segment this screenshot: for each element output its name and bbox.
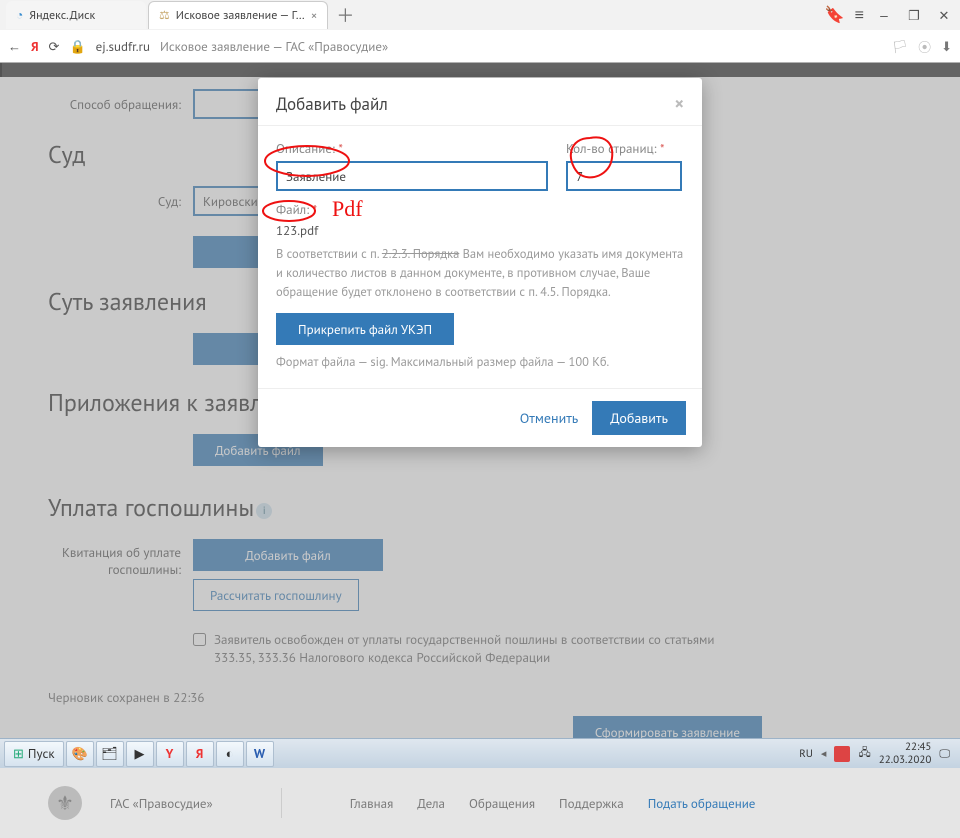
- tab-favicon: ⚖: [159, 8, 170, 23]
- tab-strip: ◔ Яндекс.Диск ⚖ Исковое заявление — Г… ×…: [0, 0, 960, 30]
- tab-favicon: ◔: [16, 8, 23, 23]
- file-help-text: В соответствии с п. 2.2.3. Порядка Вам н…: [276, 245, 684, 301]
- tray-network-icon[interactable]: 🖧: [858, 744, 870, 763]
- tab-label: Яндекс.Диск: [29, 8, 95, 23]
- window-close[interactable]: ✕: [934, 7, 954, 24]
- coat-of-arms-icon: ⚜: [48, 786, 82, 820]
- reload-icon[interactable]: ⟳: [49, 38, 60, 55]
- window-minimize[interactable]: —: [874, 7, 894, 24]
- description-input[interactable]: [276, 161, 548, 191]
- tray-app-icon[interactable]: [834, 746, 850, 762]
- windows-icon: ⊞: [13, 745, 24, 762]
- tray-chevron-icon[interactable]: ◂: [821, 747, 827, 761]
- taskbar-app-wmp[interactable]: ▶: [126, 741, 154, 767]
- taskbar-app-word[interactable]: W: [246, 741, 274, 767]
- tab-yandex-disk[interactable]: ◔ Яндекс.Диск: [6, 1, 146, 29]
- taskbar-app-explorer[interactable]: 🗂: [96, 741, 124, 767]
- address-bar: ← Я ⟳ 🔒 ej.sudfr.ru Исковое заявление — …: [0, 30, 960, 62]
- url-host[interactable]: ej.sudfr.ru: [96, 38, 150, 55]
- close-tab-icon[interactable]: ×: [311, 7, 318, 24]
- lock-icon: 🔒: [69, 38, 85, 55]
- tab-active[interactable]: ⚖ Исковое заявление — Г… ×: [148, 1, 328, 29]
- browser-chrome: ◔ Яндекс.Диск ⚖ Исковое заявление — Г… ×…: [0, 0, 960, 63]
- sig-help-text: Формат файла — sig. Максимальный размер …: [276, 353, 684, 372]
- page-footer: ⚜ ГАС «Правосудие» Главная Дела Обращени…: [0, 768, 960, 838]
- tray-clock[interactable]: 22:45 22.03.2020: [879, 741, 932, 765]
- taskbar: ⊞ Пуск 🎨 🗂 ▶ Y Я ◐ W RU ◂ 🖧 22:45 22.03.…: [0, 738, 960, 768]
- pages-input[interactable]: [566, 161, 682, 191]
- file-label: Файл:: [276, 201, 309, 218]
- footer-link-main[interactable]: Главная: [350, 795, 394, 812]
- taskbar-app-yandex[interactable]: Я: [186, 741, 214, 767]
- attach-signature-button[interactable]: Прикрепить файл УКЭП: [276, 313, 454, 345]
- bookmark-icon[interactable]: 🏳: [892, 38, 909, 55]
- notifications-icon[interactable]: ≡: [855, 5, 864, 25]
- add-button[interactable]: Добавить: [592, 401, 686, 435]
- download-icon[interactable]: ⬇: [941, 38, 952, 55]
- footer-link-support[interactable]: Поддержка: [559, 795, 624, 812]
- footer-link-cases[interactable]: Дела: [417, 795, 445, 812]
- window-maximize[interactable]: ❐: [904, 7, 924, 24]
- file-name: 123.pdf: [276, 222, 684, 239]
- nav-back-icon[interactable]: ←: [8, 38, 21, 55]
- add-file-modal: Добавить файл × Описание: * Кол-во стран…: [258, 78, 702, 447]
- taskbar-app-paint[interactable]: 🎨: [66, 741, 94, 767]
- taskbar-app-generic[interactable]: ◐: [216, 741, 244, 767]
- extension-icon[interactable]: ⦿: [918, 37, 931, 56]
- new-tab-button[interactable]: ＋: [336, 2, 354, 28]
- modal-title: Добавить файл: [276, 93, 388, 115]
- cancel-button[interactable]: Отменить: [520, 409, 579, 427]
- tray-monitor-icon[interactable]: 🖵: [939, 747, 950, 761]
- lang-indicator[interactable]: RU: [799, 747, 813, 761]
- taskbar-app-yandex-browser[interactable]: Y: [156, 741, 184, 767]
- reader-icon[interactable]: 🔖: [825, 5, 845, 25]
- start-button[interactable]: ⊞ Пуск: [4, 741, 64, 767]
- pages-label: Кол-во страниц:: [566, 140, 657, 157]
- yandex-icon[interactable]: Я: [31, 38, 39, 55]
- footer-submit-appeal[interactable]: Подать обращение: [648, 795, 756, 812]
- url-path[interactable]: Исковое заявление — ГАС «Правосудие»: [160, 38, 388, 55]
- footer-link-appeals[interactable]: Обращения: [469, 795, 535, 812]
- modal-close-icon[interactable]: ×: [675, 92, 685, 115]
- desc-label: Описание:: [276, 140, 335, 157]
- tab-label: Исковое заявление — Г…: [176, 8, 305, 23]
- footer-brand: ГАС «Правосудие»: [110, 795, 213, 812]
